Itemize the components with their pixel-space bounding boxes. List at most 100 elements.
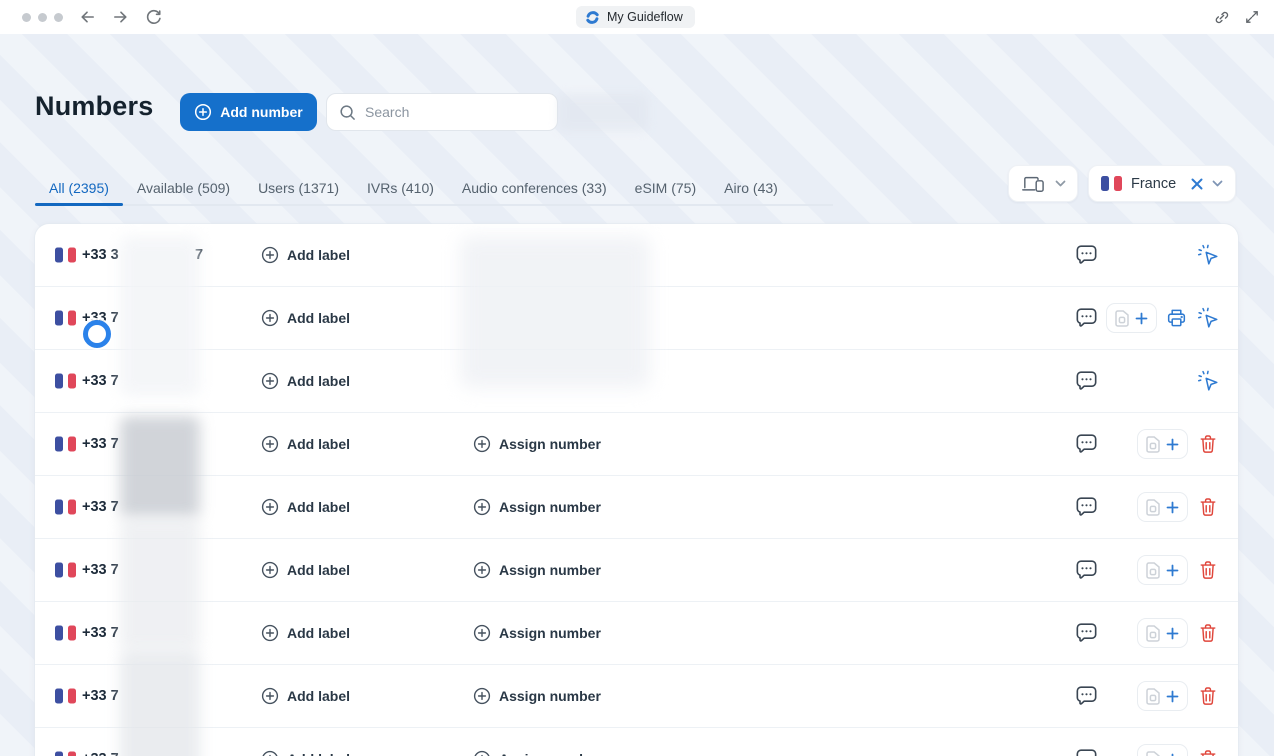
window-dot[interactable] — [38, 13, 47, 22]
delete-button[interactable] — [1199, 749, 1217, 756]
add-esim-button[interactable] — [1137, 429, 1188, 459]
delete-button[interactable] — [1199, 560, 1217, 581]
assign-number-button[interactable]: Assign number — [473, 750, 601, 756]
tab-airo[interactable]: Airo (43) — [710, 171, 792, 204]
assign-number-button[interactable]: Assign number — [473, 687, 601, 705]
add-esim-button[interactable] — [1137, 618, 1188, 648]
copy-link-icon[interactable] — [1213, 9, 1230, 26]
add-number-button[interactable]: Add number — [180, 93, 317, 131]
message-settings-button[interactable] — [1075, 560, 1098, 581]
tab-esim[interactable]: eSIM (75) — [621, 171, 710, 204]
plus-circle-icon — [261, 561, 279, 579]
chat-bubble-icon — [1075, 497, 1098, 518]
message-settings-button[interactable] — [1075, 245, 1098, 266]
search-input[interactable] — [365, 104, 546, 120]
add-esim-button[interactable] — [1106, 303, 1157, 333]
add-label-button[interactable]: Add label — [261, 309, 350, 327]
add-number-label: Add number — [220, 104, 302, 120]
add-label-text: Add label — [287, 247, 350, 263]
plus-circle-icon — [473, 435, 491, 453]
plus-circle-icon — [261, 750, 279, 756]
message-settings-button[interactable] — [1075, 371, 1098, 392]
search-box[interactable] — [326, 93, 558, 131]
plus-circle-icon — [261, 372, 279, 390]
trash-icon — [1199, 686, 1217, 707]
assign-number-text: Assign number — [499, 436, 601, 452]
add-label-button[interactable]: Add label — [261, 498, 350, 516]
message-settings-button[interactable] — [1075, 623, 1098, 644]
search-icon — [339, 104, 356, 121]
add-esim-button[interactable] — [1137, 744, 1188, 756]
assign-number-button[interactable]: Assign number — [473, 435, 601, 453]
add-label-button[interactable]: Add label — [261, 435, 350, 453]
guideflow-logo-icon — [585, 10, 600, 25]
plus-circle-icon — [261, 309, 279, 327]
tab-users[interactable]: Users (1371) — [244, 171, 353, 204]
assign-number-button[interactable]: Assign number — [473, 624, 601, 642]
trash-icon — [1199, 749, 1217, 756]
redacted-blur — [558, 94, 648, 131]
tab-audio[interactable]: Audio conferences (33) — [448, 171, 621, 204]
devices-icon — [1021, 174, 1045, 194]
tab-available[interactable]: Available (509) — [123, 171, 244, 204]
add-label-text: Add label — [287, 688, 350, 704]
print-button[interactable] — [1166, 308, 1187, 329]
country-filter-dropdown[interactable]: France — [1088, 165, 1236, 202]
plus-icon — [1166, 753, 1179, 756]
reload-icon[interactable] — [145, 9, 162, 26]
add-label-button[interactable]: Add label — [261, 687, 350, 705]
browser-tab[interactable]: My Guideflow — [576, 6, 695, 28]
forward-icon[interactable] — [112, 9, 129, 25]
message-settings-button[interactable] — [1075, 686, 1098, 707]
delete-button[interactable] — [1199, 497, 1217, 518]
tab-all[interactable]: All (2395) — [35, 171, 123, 204]
chat-bubble-icon — [1075, 749, 1098, 756]
table-row: +33 7 Add label — [35, 350, 1238, 413]
add-esim-button[interactable] — [1137, 492, 1188, 522]
delete-button[interactable] — [1199, 686, 1217, 707]
sim-card-icon — [1146, 751, 1160, 756]
add-label-button[interactable]: Add label — [261, 561, 350, 579]
tab-ivrs[interactable]: IVRs (410) — [353, 171, 448, 204]
add-esim-button[interactable] — [1137, 555, 1188, 585]
chat-bubble-icon — [1075, 245, 1098, 266]
assign-number-text: Assign number — [499, 499, 601, 515]
magic-cursor-icon[interactable] — [1197, 370, 1220, 393]
window-dot[interactable] — [22, 13, 31, 22]
add-esim-button[interactable] — [1137, 681, 1188, 711]
assign-number-button[interactable]: Assign number — [473, 498, 601, 516]
browser-tab-title: My Guideflow — [607, 10, 683, 24]
magic-cursor-icon[interactable] — [1197, 244, 1220, 267]
chat-bubble-icon — [1075, 371, 1098, 392]
delete-button[interactable] — [1199, 623, 1217, 644]
plus-icon — [1166, 564, 1179, 577]
plus-circle-icon — [194, 103, 212, 121]
window-controls[interactable] — [22, 13, 63, 22]
numbers-table: +33 3 7 Add label +33 7 Add label — [35, 224, 1238, 756]
message-settings-button[interactable] — [1075, 434, 1098, 455]
message-settings-button[interactable] — [1075, 308, 1098, 329]
chevron-down-icon — [1055, 180, 1066, 187]
add-label-button[interactable]: Add label — [261, 372, 350, 390]
assign-number-text: Assign number — [499, 751, 601, 756]
plus-circle-icon — [261, 246, 279, 264]
trash-icon — [1199, 560, 1217, 581]
device-filter-dropdown[interactable] — [1008, 165, 1078, 202]
add-label-button[interactable]: Add label — [261, 750, 350, 756]
add-label-button[interactable]: Add label — [261, 624, 350, 642]
magic-cursor-icon[interactable] — [1197, 307, 1220, 330]
message-settings-button[interactable] — [1075, 497, 1098, 518]
phone-number: +33 7 — [82, 436, 119, 452]
table-row: +33 7 Add label Assign number — [35, 728, 1238, 756]
add-label-button[interactable]: Add label — [261, 246, 350, 264]
assign-number-button[interactable]: Assign number — [473, 561, 601, 579]
clear-filter-icon[interactable] — [1191, 178, 1203, 190]
delete-button[interactable] — [1199, 434, 1217, 455]
trash-icon — [1199, 623, 1217, 644]
expand-icon[interactable] — [1244, 9, 1260, 25]
add-label-text: Add label — [287, 751, 350, 756]
back-icon[interactable] — [79, 9, 96, 25]
window-dot[interactable] — [54, 13, 63, 22]
sim-card-icon — [1146, 436, 1160, 453]
message-settings-button[interactable] — [1075, 749, 1098, 756]
